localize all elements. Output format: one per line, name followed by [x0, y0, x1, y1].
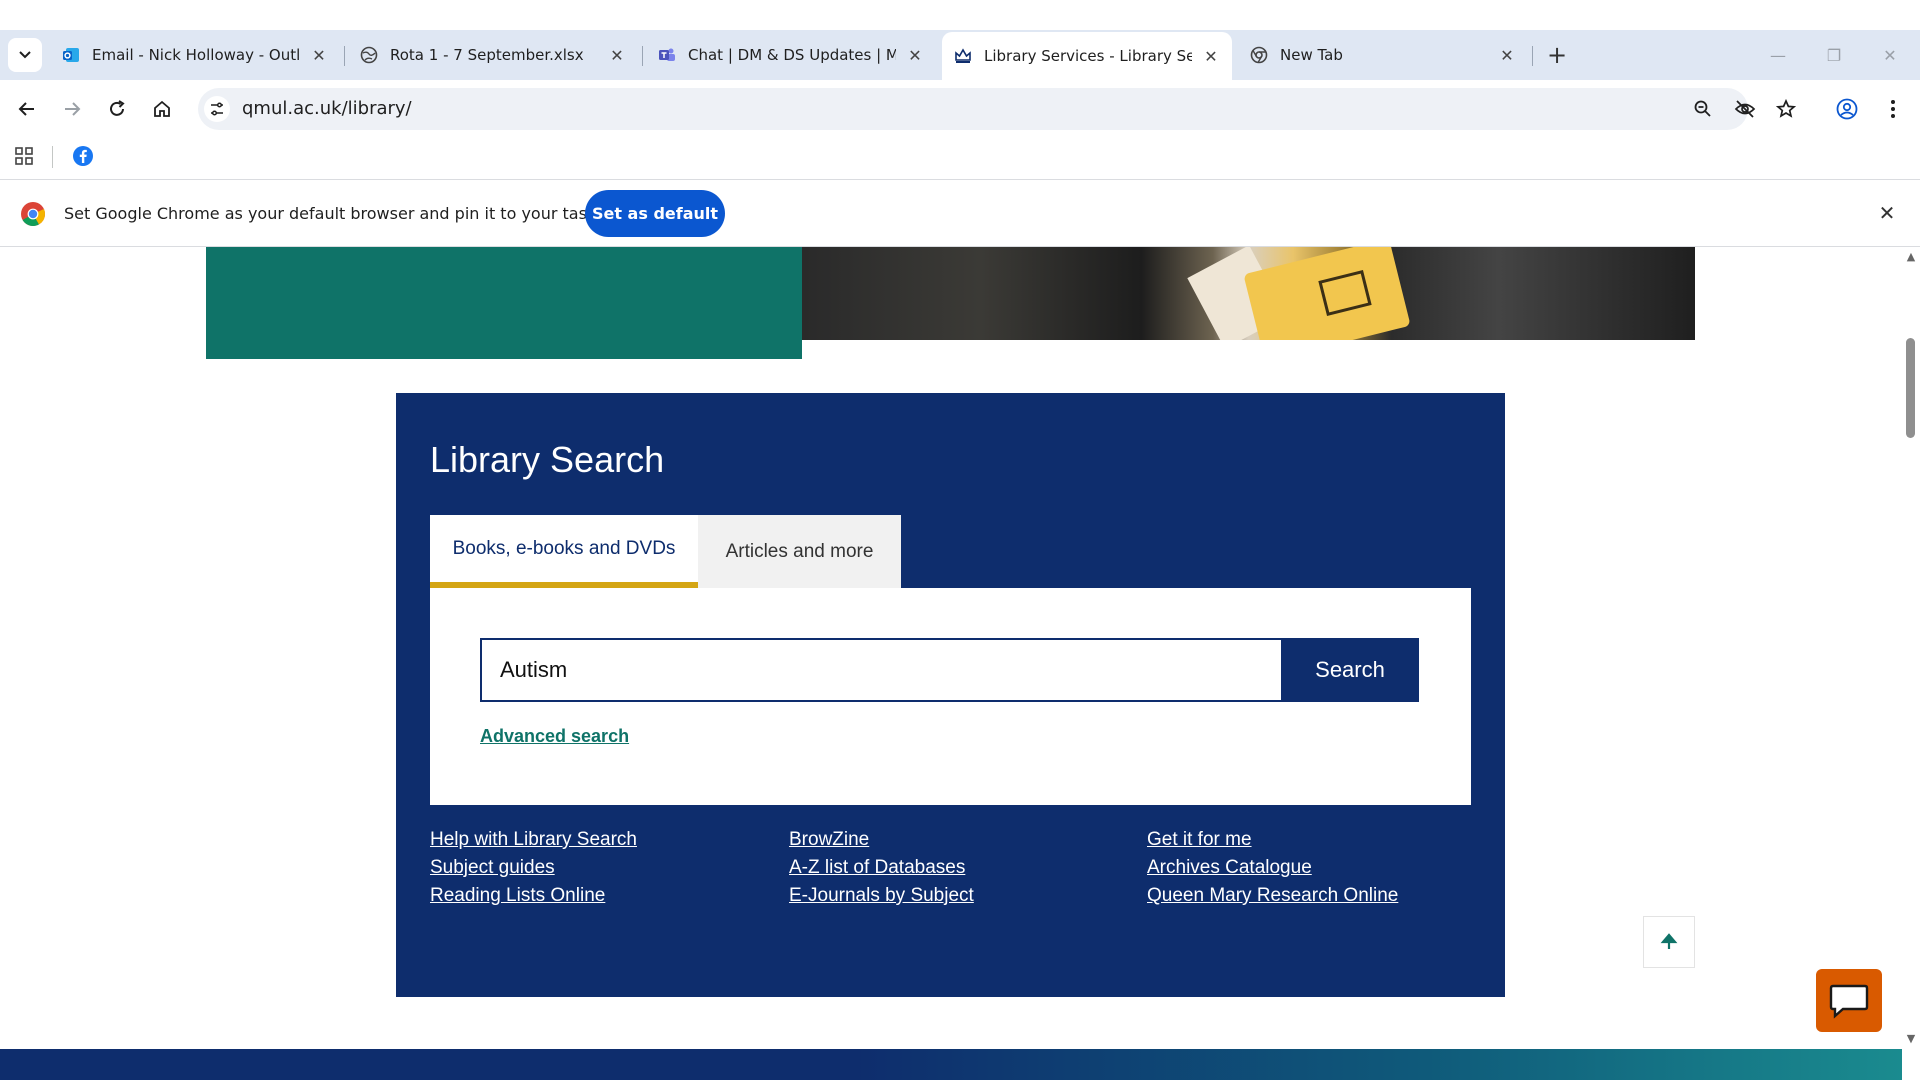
- tab-separator: [344, 46, 345, 66]
- tab-library-services[interactable]: Library Services - Library Services ✕: [942, 32, 1232, 80]
- tab-separator: [1532, 46, 1533, 66]
- hero-banner-panel: [206, 247, 802, 359]
- close-window-button[interactable]: ✕: [1870, 40, 1910, 70]
- back-to-top-button[interactable]: [1643, 916, 1695, 968]
- infobar-message: Set Google Chrome as your default browse…: [64, 204, 623, 223]
- close-icon[interactable]: ✕: [310, 46, 328, 65]
- outlook-icon: [62, 46, 80, 64]
- facebook-icon: [73, 146, 93, 166]
- plus-icon: +: [1546, 41, 1568, 69]
- tab-rota[interactable]: Rota 1 - 7 September.xlsx ✕: [348, 38, 638, 72]
- close-icon: ✕: [1883, 45, 1897, 65]
- tab-outlook[interactable]: Email - Nick Holloway - Outlook ✕: [50, 38, 340, 72]
- arrow-right-icon: [65, 102, 81, 116]
- star-icon: [1776, 99, 1796, 118]
- url-text[interactable]: qmul.ac.uk/library/: [242, 98, 412, 119]
- account-icon: [1836, 98, 1858, 120]
- library-search-input[interactable]: [480, 638, 1281, 702]
- minimize-button[interactable]: —: [1758, 40, 1798, 70]
- reload-icon: [110, 100, 125, 116]
- zoom-out-icon: [1694, 100, 1711, 117]
- back-button[interactable]: [12, 94, 42, 124]
- link-archives-catalogue[interactable]: Archives Catalogue: [1147, 854, 1398, 882]
- footer-band: [0, 1049, 1902, 1080]
- menu-button[interactable]: [1880, 96, 1906, 122]
- link-reading-lists-online[interactable]: Reading Lists Online: [430, 882, 637, 910]
- tab-books-ebooks-dvds[interactable]: Books, e-books and DVDs: [430, 515, 698, 588]
- more-vertical-icon: [1891, 100, 1895, 118]
- tab-teams[interactable]: Chat | DM & DS Updates | Microsoft Teams…: [646, 38, 936, 72]
- tab-separator: [642, 46, 643, 66]
- site-info-button[interactable]: [204, 96, 230, 122]
- tab-label: Chat | DM & DS Updates | Microsoft Teams: [688, 46, 896, 64]
- page-viewport: Library Search Books, e-books and DVDs A…: [0, 247, 1902, 1080]
- close-icon[interactable]: ✕: [906, 46, 924, 65]
- tab-search-button[interactable]: [8, 38, 42, 72]
- close-icon[interactable]: ✕: [608, 46, 626, 65]
- scrollbar-thumb[interactable]: [1906, 338, 1915, 438]
- link-browzine[interactable]: BrowZine: [789, 826, 974, 854]
- tracking-protection-button[interactable]: [1732, 96, 1758, 122]
- home-button[interactable]: [147, 94, 177, 124]
- tab-new-tab[interactable]: New Tab ✕: [1238, 38, 1528, 72]
- apps-button[interactable]: [14, 146, 36, 168]
- quick-links-column-1: Help with Library Search Subject guides …: [430, 826, 637, 910]
- library-search-panel: Library Search Books, e-books and DVDs A…: [396, 393, 1505, 997]
- teams-icon: [658, 46, 676, 64]
- scroll-up-arrow-icon[interactable]: ▲: [1904, 250, 1918, 264]
- search-form: Search Advanced search: [430, 588, 1471, 805]
- tab-label: Library Services - Library Services: [984, 47, 1192, 65]
- link-az-databases[interactable]: A-Z list of Databases: [789, 854, 974, 882]
- library-search-title: Library Search: [430, 439, 665, 480]
- tab-articles-and-more[interactable]: Articles and more: [698, 515, 901, 588]
- zoom-button[interactable]: [1690, 96, 1716, 122]
- arrow-left-icon: [18, 102, 34, 116]
- restore-icon: ❐: [1826, 45, 1842, 65]
- chrome-icon: [1250, 46, 1268, 64]
- arrow-up-icon: [1660, 933, 1678, 949]
- close-icon[interactable]: ✕: [1498, 46, 1516, 65]
- bookmarks-separator: [52, 146, 53, 168]
- bookmarks-bar: [0, 138, 1920, 180]
- quick-links-column-2: BrowZine A-Z list of Databases E-Journal…: [789, 826, 974, 910]
- restore-button[interactable]: ❐: [1814, 40, 1854, 70]
- crown-icon: [954, 47, 972, 65]
- reload-button[interactable]: [102, 94, 132, 124]
- tab-label: Rota 1 - 7 September.xlsx: [390, 46, 584, 64]
- link-queen-mary-research-online[interactable]: Queen Mary Research Online: [1147, 882, 1398, 910]
- search-button[interactable]: Search: [1281, 638, 1419, 702]
- home-icon: [154, 100, 170, 117]
- chevron-down-icon: [19, 51, 31, 59]
- link-help-with-library-search[interactable]: Help with Library Search: [430, 826, 637, 854]
- chrome-logo-icon: [20, 201, 46, 227]
- tab-label: New Tab: [1280, 46, 1343, 64]
- tab-label: Email - Nick Holloway - Outlook: [92, 46, 300, 64]
- link-ejournals-by-subject[interactable]: E-Journals by Subject: [789, 882, 974, 910]
- bookmark-star-button[interactable]: [1773, 96, 1799, 122]
- quick-links-column-3: Get it for me Archives Catalogue Queen M…: [1147, 826, 1398, 910]
- eye-off-icon: [1734, 100, 1756, 118]
- tune-icon: [211, 102, 223, 116]
- globe-icon: [360, 46, 378, 64]
- advanced-search-link[interactable]: Advanced search: [480, 726, 629, 747]
- minimize-icon: —: [1770, 45, 1786, 65]
- close-icon[interactable]: ✕: [1202, 47, 1220, 66]
- bookmark-facebook[interactable]: [72, 145, 94, 167]
- new-tab-button[interactable]: +: [1542, 40, 1572, 70]
- chat-bubble-icon: [1829, 984, 1869, 1019]
- chat-widget-button[interactable]: [1816, 969, 1882, 1032]
- set-as-default-button[interactable]: Set as default: [585, 190, 725, 237]
- scroll-down-arrow-icon[interactable]: ▼: [1904, 1032, 1918, 1046]
- hero-image: [802, 247, 1695, 340]
- address-bar[interactable]: [198, 88, 1748, 130]
- infobar-close-button[interactable]: ✕: [1876, 201, 1898, 225]
- profile-button[interactable]: [1834, 96, 1860, 122]
- close-icon: ✕: [1878, 201, 1896, 225]
- forward-button[interactable]: [57, 94, 87, 124]
- link-get-it-for-me[interactable]: Get it for me: [1147, 826, 1398, 854]
- link-subject-guides[interactable]: Subject guides: [430, 854, 637, 882]
- apps-grid-icon: [15, 147, 33, 165]
